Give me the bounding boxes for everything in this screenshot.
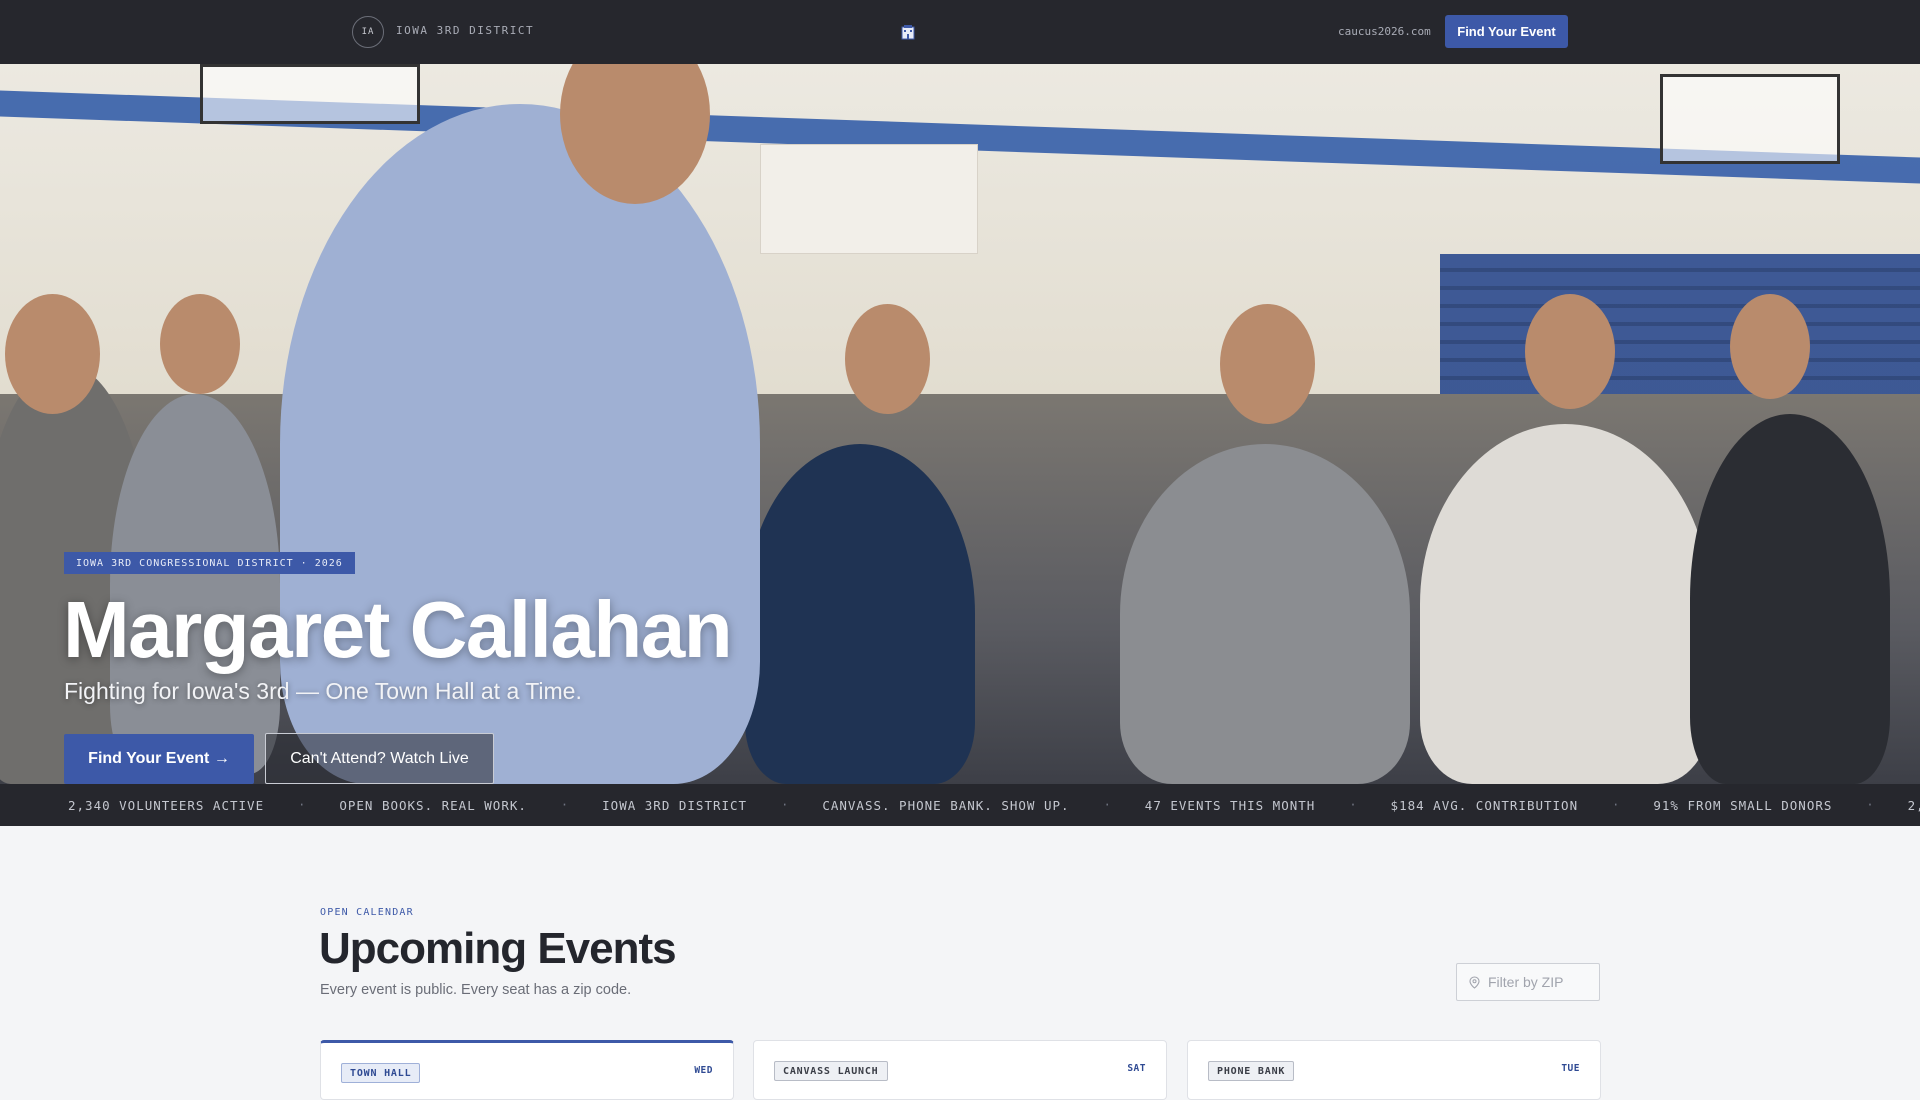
nav-domain-link[interactable]: caucus2026.com xyxy=(1338,25,1431,38)
hero-photo-hoop-left xyxy=(200,64,420,124)
ticker-item: $184 AVG. CONTRIBUTION xyxy=(1390,797,1579,813)
hero-photo-head xyxy=(1525,294,1615,409)
stats-ticker: 2,340 VOLUNTEERS ACTIVE · OPEN BOOKS. RE… xyxy=(0,784,1920,826)
hero-candidate-name: Margaret Callahan xyxy=(63,585,733,674)
ticker-separator: · xyxy=(1103,798,1111,812)
ticker-item: 47 EVENTS THIS MONTH xyxy=(1144,797,1316,813)
hero-photo-person xyxy=(1420,424,1710,784)
hero-watch-live-button[interactable]: Can't Attend? Watch Live xyxy=(265,733,494,784)
zip-filter[interactable] xyxy=(1456,963,1600,1001)
hero-photo-head xyxy=(845,304,930,414)
building-icon[interactable] xyxy=(900,24,916,40)
ticker-item: CANVASS. PHONE BANK. SHOW UP. xyxy=(822,797,1070,813)
location-pin-icon xyxy=(1469,975,1480,989)
ticker-separator: · xyxy=(560,798,569,812)
hero-tagline: Fighting for Iowa's 3rd — One Town Hall … xyxy=(64,678,582,704)
hero-photo-person xyxy=(1120,444,1410,784)
event-card[interactable]: PHONE BANK TUE xyxy=(1187,1040,1601,1100)
event-card[interactable]: TOWN HALL WED xyxy=(320,1040,734,1100)
ticker-separator: · xyxy=(298,798,306,812)
events-eyebrow: OPEN CALENDAR xyxy=(320,907,414,918)
event-type-tag: PHONE BANK xyxy=(1208,1061,1295,1081)
hero-photo-head xyxy=(1220,304,1315,424)
event-type-tag: TOWN HALL xyxy=(341,1063,421,1083)
hero-district-badge: IOWA 3RD CONGRESSIONAL DISTRICT · 2026 xyxy=(64,552,355,574)
hero-photo-person xyxy=(1690,414,1890,784)
hero-photo-hoop-right xyxy=(1660,74,1840,164)
ticker-separator: · xyxy=(781,798,789,812)
zip-filter-input[interactable] xyxy=(1488,974,1588,990)
ticker-item: OPEN BOOKS. REAL WORK. xyxy=(339,797,527,813)
ticker-item: 91% FROM SMALL DONORS xyxy=(1653,797,1833,813)
hero-photo-person xyxy=(745,444,975,784)
hero-photo-banner xyxy=(760,144,978,254)
ticker-item: 2,340 VOLUNTEERS ACTIVE xyxy=(68,797,265,813)
hero-photo-head xyxy=(5,294,100,414)
top-nav: IA IOWA 3RD DISTRICT caucus2026.com Find… xyxy=(0,0,1920,64)
event-type-tag: CANVASS LAUNCH xyxy=(774,1061,888,1081)
event-day: WED xyxy=(694,1065,713,1076)
event-day: SAT xyxy=(1127,1063,1146,1074)
ticker-item: IOWA 3RD DISTRICT xyxy=(602,797,748,813)
nav-district-label[interactable]: IOWA 3RD DISTRICT xyxy=(396,24,534,37)
event-day: TUE xyxy=(1561,1063,1580,1074)
logo-badge[interactable]: IA xyxy=(352,16,384,48)
hero-section: IOWA 3RD CONGRESSIONAL DISTRICT · 2026 M… xyxy=(0,64,1920,784)
ticker-separator: · xyxy=(1866,798,1874,812)
ticker-item: 2,340 xyxy=(1907,797,1920,813)
event-card[interactable]: CANVASS LAUNCH SAT xyxy=(753,1040,1167,1100)
hero-find-event-button[interactable]: Find Your Event → xyxy=(64,734,254,784)
ticker-separator: · xyxy=(1612,798,1620,812)
ticker-separator: · xyxy=(1349,798,1357,812)
ticker-track: 2,340 VOLUNTEERS ACTIVE · OPEN BOOKS. RE… xyxy=(68,784,1920,826)
events-description: Every event is public. Every seat has a … xyxy=(320,982,632,998)
hero-photo-head xyxy=(160,294,240,394)
logo-text: IA xyxy=(361,27,375,37)
hero-photo-head xyxy=(1730,294,1810,399)
events-title: Upcoming Events xyxy=(319,924,677,973)
nav-find-event-button[interactable]: Find Your Event xyxy=(1445,15,1568,48)
